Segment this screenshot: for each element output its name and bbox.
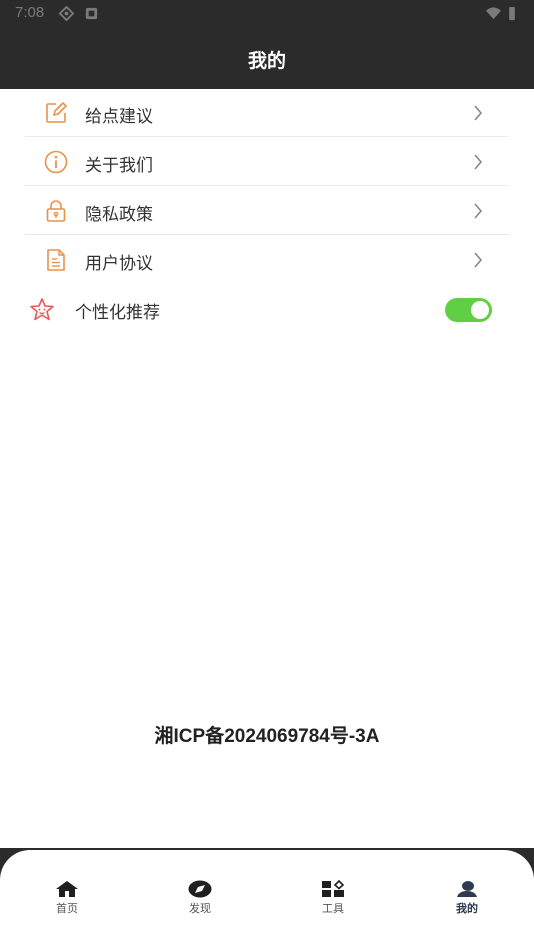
menu-item-label: 用户协议 [85,254,153,274]
tab-home[interactable]: 首页 [32,880,102,920]
status-bar: 7:08 [0,0,534,27]
chevron-right-icon [474,203,483,219]
menu-item-label: 关于我们 [85,156,153,176]
tab-tools[interactable]: 工具 [298,880,368,920]
home-icon [56,881,78,897]
edit-icon [46,102,67,123]
chevron-right-icon [474,105,483,121]
tools-icon [322,880,345,897]
chevron-right-icon [474,154,483,170]
menu-item-about[interactable]: 关于我们 [25,138,509,186]
wifi-icon [486,7,501,20]
tab-label: 工具 [322,902,344,915]
personalized-recommendation-toggle[interactable] [445,298,492,322]
compass-icon [188,880,212,898]
bottom-tab-bar: 首页 发现 工具 我的 [0,850,534,950]
tab-label: 发现 [189,902,211,915]
menu-item-label: 隐私政策 [85,205,153,225]
battery-icon [509,6,515,21]
info-icon [44,150,68,174]
menu-item-feedback[interactable]: 给点建议 [25,89,509,137]
document-icon [47,249,65,271]
profile-icon [457,881,477,897]
icp-record-text: 湘ICP备2024069784号-3A [154,726,380,747]
personalized-recommendation-label: 个性化推荐 [75,303,160,323]
page-title: 我的 [247,50,286,72]
star-face-icon [30,298,54,321]
tab-discover[interactable]: 发现 [165,880,235,920]
app-header: 我的 [0,27,534,89]
menu-item-label: 给点建议 [85,107,153,127]
tab-profile[interactable]: 我的 [432,880,502,920]
menu-item-agreement[interactable]: 用户协议 [25,236,509,284]
chevron-right-icon [474,252,483,268]
tab-label: 我的 [456,902,478,915]
tab-label: 首页 [56,902,78,915]
settings-status-icon [59,6,74,21]
notification-status-icon [85,7,98,20]
lock-icon [46,200,66,222]
personalized-recommendation-row: 个性化推荐 [0,285,534,333]
toggle-knob [471,301,489,319]
menu-item-privacy[interactable]: 隐私政策 [25,187,509,235]
status-time: 7:08 [15,4,45,21]
